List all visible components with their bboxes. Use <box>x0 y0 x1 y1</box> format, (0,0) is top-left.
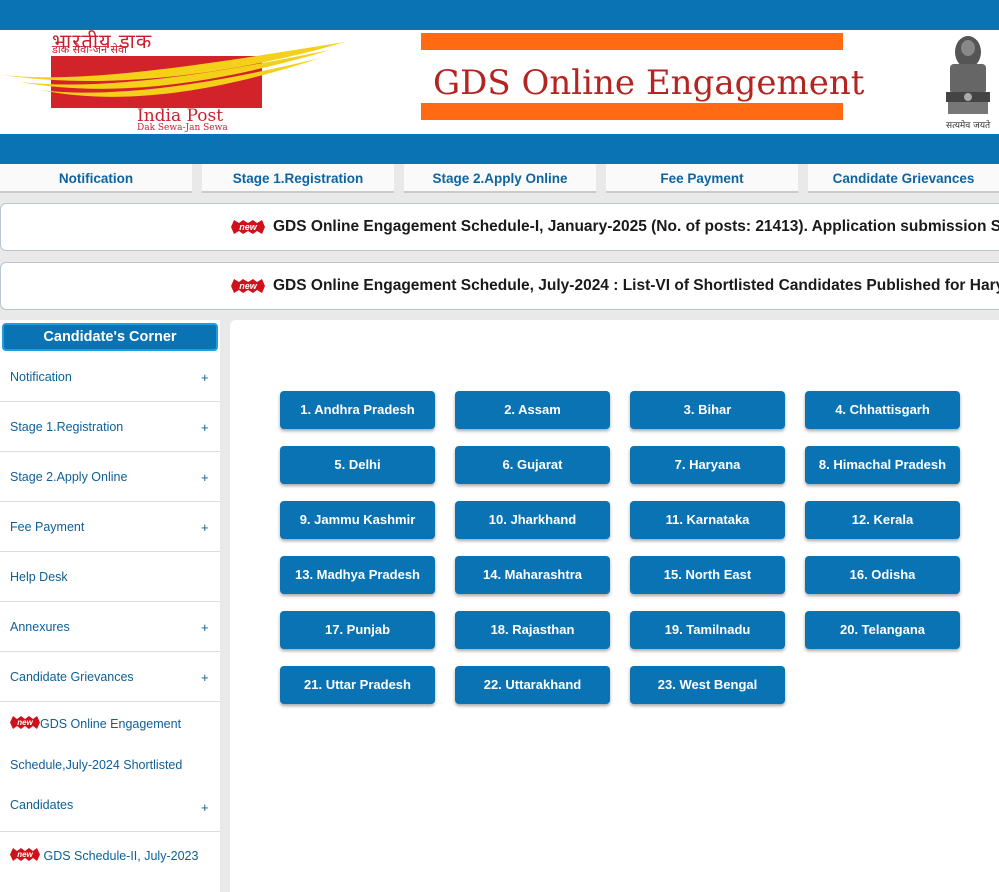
sidebar-item-label: Stage 2.Apply Online <box>10 470 128 484</box>
state-button-rajasthan[interactable]: 18. Rajasthan <box>455 611 610 649</box>
emblem-caption: सत्यमेव जयते <box>946 121 991 131</box>
header-bottom-bar <box>0 134 999 164</box>
state-button-uttar-pradesh[interactable]: 21. Uttar Pradesh <box>280 666 435 704</box>
india-post-logo[interactable]: भारतीय डाक डाक सेवा-जन सेवा India Post D… <box>0 30 360 134</box>
marquee-text: GDS Online Engagement Schedule, July-202… <box>273 277 999 294</box>
state-button-bihar[interactable]: 3. Bihar <box>630 391 785 429</box>
expand-plus-icon[interactable]: + <box>201 520 209 535</box>
news-marquee-2: new GDS Online Engagement Schedule, July… <box>0 262 999 310</box>
marquee-content[interactable]: new GDS Online Engagement Schedule-I, Ja… <box>231 204 999 250</box>
top-blue-bar <box>0 0 999 30</box>
new-badge-label: new <box>239 281 257 291</box>
title-banner: GDS Online Engagement <box>421 33 864 120</box>
logo-tagline: Dak Sewa-Jan Sewa <box>137 123 228 133</box>
new-badge-label: new <box>17 718 33 727</box>
new-badge-icon: new <box>10 848 40 861</box>
sidebar-item-fee-payment[interactable]: Fee Payment + <box>0 502 220 552</box>
sidebar-item-text: GDS Schedule-II, July-2023 <box>43 849 199 863</box>
sidebar-item-label: Candidate Grievances <box>10 670 134 684</box>
state-button-chhattisgarh[interactable]: 4. Chhattisgarh <box>805 391 960 429</box>
state-button-tamilnadu[interactable]: 19. Tamilnadu <box>630 611 785 649</box>
state-button-kerala[interactable]: 12. Kerala <box>805 501 960 539</box>
state-button-jammu-kashmir[interactable]: 9. Jammu Kashmir <box>280 501 435 539</box>
candidates-corner-sidebar: Candidate's Corner Notification + Stage … <box>0 320 220 892</box>
expand-plus-icon[interactable]: + <box>201 670 209 685</box>
sidebar-item-annexures[interactable]: Annexures + <box>0 602 220 652</box>
state-selection-panel: 1. Andhra Pradesh 2. Assam 3. Bihar 4. C… <box>230 320 999 892</box>
sidebar-item-label: Fee Payment <box>10 520 85 534</box>
state-button-maharashtra[interactable]: 14. Maharashtra <box>455 556 610 594</box>
sidebar-title: Candidate's Corner <box>2 323 218 351</box>
state-button-haryana[interactable]: 7. Haryana <box>630 446 785 484</box>
state-button-andhra-pradesh[interactable]: 1. Andhra Pradesh <box>280 391 435 429</box>
sidebar-item-label: Annexures <box>10 620 70 634</box>
title-stripe-top <box>421 33 843 50</box>
new-badge-icon: new <box>231 279 265 293</box>
expand-plus-icon[interactable]: + <box>201 470 209 485</box>
state-button-odisha[interactable]: 16. Odisha <box>805 556 960 594</box>
sidebar-item-label: Stage 1.Registration <box>10 420 124 434</box>
expand-plus-icon[interactable]: + <box>201 800 209 815</box>
state-button-jharkhand[interactable]: 10. Jharkhand <box>455 501 610 539</box>
national-emblem: सत्यमेव जयते <box>938 30 999 134</box>
logo-hindi-tagline: डाक सेवा-जन सेवा <box>52 43 127 56</box>
state-button-assam[interactable]: 2. Assam <box>455 391 610 429</box>
news-marquee-1: new GDS Online Engagement Schedule-I, Ja… <box>0 203 999 251</box>
nav-notification[interactable]: Notification <box>0 164 192 193</box>
state-button-madhya-pradesh[interactable]: 13. Madhya Pradesh <box>280 556 435 594</box>
sidebar-item-label: Notification <box>10 370 72 384</box>
sidebar-item-label-line1: new GDS Online Engagement <box>10 716 181 731</box>
state-button-uttarakhand[interactable]: 22. Uttarakhand <box>455 666 610 704</box>
nav-fee-payment[interactable]: Fee Payment <box>606 164 798 193</box>
nav-stage2-apply-online[interactable]: Stage 2.Apply Online <box>404 164 596 193</box>
sidebar-item-gds-schedule-2-july-2023[interactable]: new GDS Schedule-II, July-2023 <box>0 832 220 892</box>
nav-stage1-registration[interactable]: Stage 1.Registration <box>202 164 394 193</box>
marquee-content[interactable]: new GDS Online Engagement Schedule, July… <box>231 263 999 309</box>
page-title: GDS Online Engagement <box>433 63 865 103</box>
sidebar-item-stage2-apply-online[interactable]: Stage 2.Apply Online + <box>0 452 220 502</box>
state-button-telangana[interactable]: 20. Telangana <box>805 611 960 649</box>
new-badge-label: new <box>17 850 33 859</box>
new-badge-icon: new <box>10 716 40 729</box>
expand-plus-icon[interactable]: + <box>201 420 209 435</box>
new-badge-label: new <box>239 222 257 232</box>
nav-candidate-grievances[interactable]: Candidate Grievances <box>808 164 999 193</box>
sidebar-item-label: new GDS Schedule-II, July-2023 <box>10 848 198 863</box>
new-badge-icon: new <box>231 220 265 234</box>
sidebar-item-label-line2: Schedule,July-2024 Shortlisted <box>10 758 183 772</box>
state-button-north-east[interactable]: 15. North East <box>630 556 785 594</box>
title-stripe-bottom <box>421 103 843 120</box>
expand-plus-icon[interactable]: + <box>201 370 209 385</box>
sidebar-item-help-desk[interactable]: Help Desk <box>0 552 220 602</box>
sidebar-item-notification[interactable]: Notification + <box>0 352 220 402</box>
sidebar-item-text: GDS Online Engagement <box>40 717 182 731</box>
state-button-himachal-pradesh[interactable]: 8. Himachal Pradesh <box>805 446 960 484</box>
sidebar-item-candidate-grievances[interactable]: Candidate Grievances + <box>0 652 220 702</box>
main-nav: Notification Stage 1.Registration Stage … <box>0 164 999 194</box>
state-button-karnataka[interactable]: 11. Karnataka <box>630 501 785 539</box>
state-button-west-bengal[interactable]: 23. West Bengal <box>630 666 785 704</box>
sidebar-item-label: Help Desk <box>10 570 68 584</box>
state-button-delhi[interactable]: 5. Delhi <box>280 446 435 484</box>
state-button-gujarat[interactable]: 6. Gujarat <box>455 446 610 484</box>
sidebar-item-stage1-registration[interactable]: Stage 1.Registration + <box>0 402 220 452</box>
state-button-punjab[interactable]: 17. Punjab <box>280 611 435 649</box>
marquee-text: GDS Online Engagement Schedule-I, Januar… <box>273 218 999 235</box>
site-header: भारतीय डाक डाक सेवा-जन सेवा India Post D… <box>0 30 999 134</box>
expand-plus-icon[interactable]: + <box>201 620 209 635</box>
sidebar-item-label-line3: Candidates <box>10 798 74 812</box>
emblem-icon <box>946 36 990 114</box>
sidebar-item-july-2024-shortlisted[interactable]: new GDS Online Engagement Schedule,July-… <box>0 702 220 832</box>
